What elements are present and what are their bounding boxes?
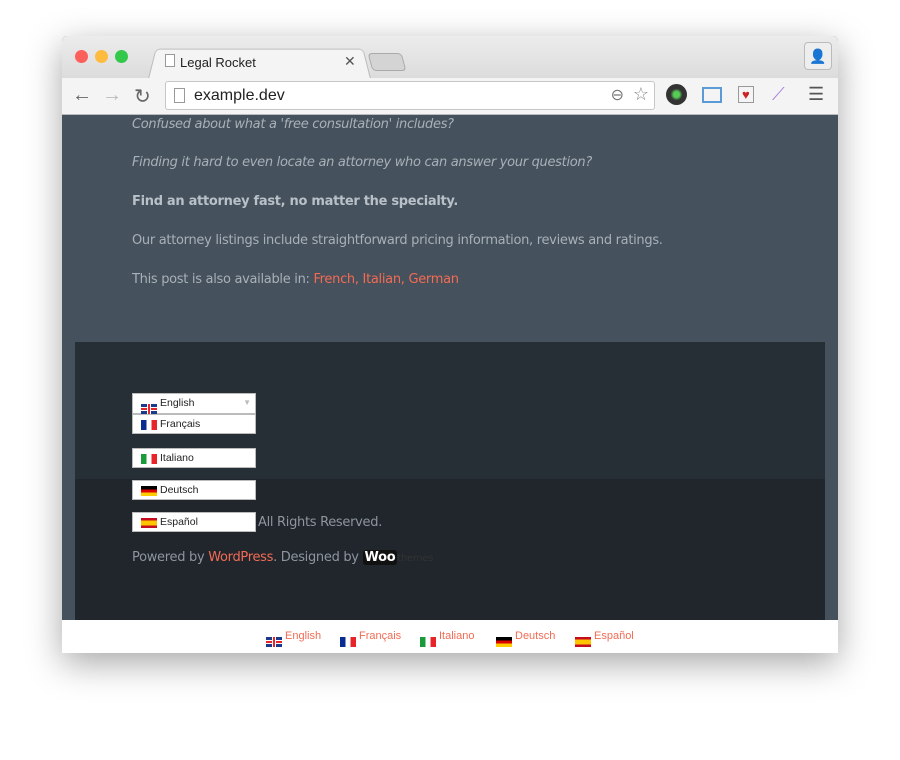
language-option-francais[interactable]: Français xyxy=(132,414,256,434)
text-paragraph: Find an attorney fast, no matter the spe… xyxy=(132,194,459,209)
close-tab-icon[interactable]: ✕ xyxy=(344,53,356,70)
italy-flag-icon xyxy=(141,454,157,464)
germany-flag-icon xyxy=(141,486,157,496)
pocket-extension-icon[interactable]: ♥ xyxy=(738,86,754,103)
spain-flag-icon xyxy=(575,637,591,647)
page-content: Confused about what a 'free consultation… xyxy=(62,115,838,653)
translations-line: This post is also available in: French, … xyxy=(132,272,459,287)
address-bar[interactable]: example.dev ⊖ ☆ xyxy=(165,81,655,110)
chevron-down-icon: ▼ xyxy=(243,398,251,407)
minimize-window-button[interactable] xyxy=(95,50,108,63)
language-link-label[interactable]: Español xyxy=(594,630,634,642)
language-bar: English Français Italiano Deutsch Españo… xyxy=(62,620,838,653)
woothemes-logo[interactable]: Woo xyxy=(362,550,398,565)
close-window-button[interactable] xyxy=(75,50,88,63)
page-icon xyxy=(174,88,185,103)
language-link-label[interactable]: Deutsch xyxy=(515,630,555,642)
bottom-link-espanol[interactable]: Español xyxy=(575,630,634,647)
quill-extension-icon[interactable]: ⟋ xyxy=(772,84,785,105)
france-flag-icon xyxy=(141,420,157,430)
link-italian[interactable]: Italian xyxy=(363,272,402,287)
copyright-text: All Rights Reserved. xyxy=(258,515,383,530)
italy-flag-icon xyxy=(420,637,436,647)
profile-icon[interactable]: 👤 xyxy=(804,42,832,70)
woothemes-logo-suffix: themes xyxy=(397,553,434,564)
title-bar: Legal Rocket ✕ 👤 xyxy=(62,36,838,79)
bottom-link-deutsch[interactable]: Deutsch xyxy=(496,630,555,647)
spain-flag-icon xyxy=(141,518,157,528)
tab-title: Legal Rocket xyxy=(180,55,256,70)
text-paragraph: Finding it hard to even locate an attorn… xyxy=(132,155,592,170)
designed-by-text: . Designed by xyxy=(273,550,363,565)
language-option-espanol[interactable]: Español xyxy=(132,512,256,532)
back-icon[interactable]: ← xyxy=(72,84,92,107)
language-label: Español xyxy=(160,516,198,528)
zoom-icon[interactable]: ⊖ xyxy=(611,85,624,105)
language-label: Français xyxy=(160,418,201,430)
reload-icon[interactable]: ↻ xyxy=(134,84,151,109)
link-french[interactable]: French xyxy=(313,272,355,287)
uk-flag-icon xyxy=(266,637,282,647)
language-option-italiano[interactable]: Italiano xyxy=(132,448,256,468)
text-paragraph: Our attorney listings include straightfo… xyxy=(132,233,663,248)
maximize-window-button[interactable] xyxy=(115,50,128,63)
browser-window: Legal Rocket ✕ 👤 ← → ↻ example.dev ⊖ ☆ ♥… xyxy=(62,36,838,653)
star-icon[interactable]: ☆ xyxy=(633,84,649,105)
menu-icon[interactable]: ☰ xyxy=(808,84,824,105)
link-german[interactable]: German xyxy=(408,272,459,287)
screenshot-extension-icon[interactable] xyxy=(702,87,722,103)
page-icon xyxy=(165,54,175,67)
powered-by-text: Powered by xyxy=(132,550,209,565)
new-tab-button[interactable] xyxy=(367,53,407,71)
url-text[interactable]: example.dev xyxy=(194,87,285,105)
forward-icon[interactable]: → xyxy=(102,84,122,107)
language-select-english[interactable]: English ▼ xyxy=(132,393,256,414)
language-label: Deutsch xyxy=(160,484,199,496)
language-option-deutsch[interactable]: Deutsch xyxy=(132,480,256,500)
language-link-label[interactable]: Italiano xyxy=(439,630,474,642)
footer: English ▼ Français Italiano Deutsch Españ… xyxy=(75,342,825,620)
toolbar: ← → ↻ example.dev ⊖ ☆ ♥ ⟋ ☰ xyxy=(62,78,838,115)
bottom-link-english[interactable]: English xyxy=(266,630,321,647)
bottom-link-francais[interactable]: Français xyxy=(340,630,401,647)
bottom-link-italiano[interactable]: Italiano xyxy=(420,630,474,647)
language-link-label[interactable]: Français xyxy=(359,630,401,642)
translations-prefix: This post is also available in: xyxy=(132,272,314,287)
language-label: English xyxy=(160,397,195,409)
uk-flag-icon xyxy=(141,404,157,414)
wordpress-link[interactable]: WordPress xyxy=(208,550,273,565)
germany-flag-icon xyxy=(496,637,512,647)
camera-extension-icon[interactable] xyxy=(666,84,687,105)
language-label: Italiano xyxy=(160,452,194,464)
language-link-label[interactable]: English xyxy=(285,630,321,642)
credits-line: Powered by WordPress. Designed by Woo the… xyxy=(132,550,433,565)
text-paragraph: Confused about what a 'free consultation… xyxy=(132,117,454,132)
france-flag-icon xyxy=(340,637,356,647)
